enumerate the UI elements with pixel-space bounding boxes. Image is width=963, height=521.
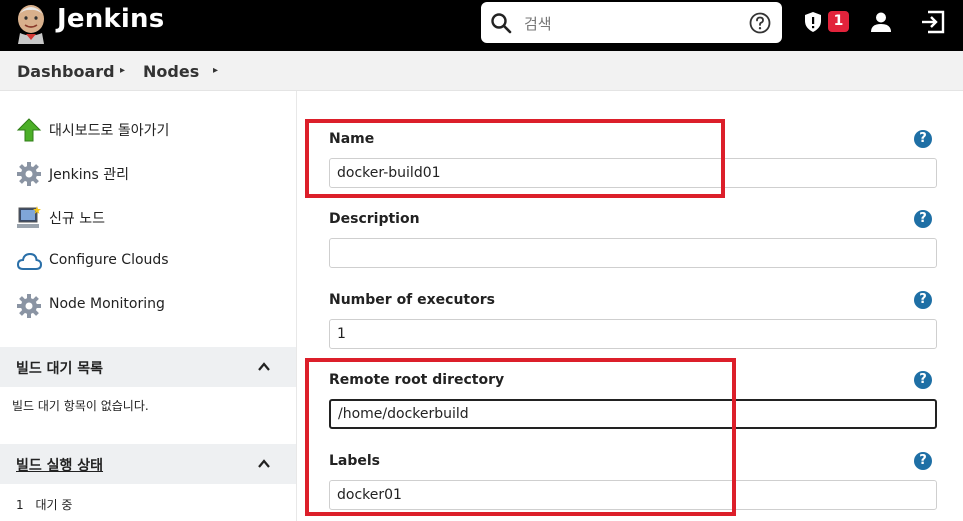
sidebar-item-label: Jenkins 관리 — [49, 167, 129, 183]
computer-icon — [17, 206, 41, 228]
search-input[interactable]: 검색 — [524, 13, 552, 34]
logout-icon[interactable] — [920, 10, 945, 34]
jenkins-logo-icon[interactable] — [14, 2, 48, 44]
top-bar: Jenkins 검색 1 — [0, 0, 963, 51]
sidebar: 대시보드로 돌아가기 Jenkins 관리 신규 노드 Configure Cl… — [0, 91, 297, 521]
description-field[interactable] — [329, 238, 937, 268]
breadcrumb-nodes[interactable]: Nodes — [143, 62, 199, 81]
highlight-box-name — [305, 119, 725, 198]
search-box[interactable]: 검색 — [481, 2, 782, 43]
remote-root-help-icon[interactable]: ? — [914, 371, 932, 389]
build-queue-empty-text: 빌드 대기 항목이 없습니다. — [12, 399, 149, 413]
labels-help-icon[interactable]: ? — [914, 452, 932, 470]
search-icon — [491, 13, 512, 34]
sidebar-item-label: Node Monitoring — [49, 296, 165, 312]
sidebar-item-new-node[interactable]: 신규 노드 — [16, 203, 286, 233]
user-icon[interactable] — [870, 11, 892, 33]
brand-title[interactable]: Jenkins — [57, 4, 164, 34]
sidebar-item-manage-jenkins[interactable]: Jenkins 관리 — [16, 159, 286, 189]
chevron-up-icon[interactable] — [257, 360, 271, 374]
sidebar-item-label: 신규 노드 — [49, 211, 105, 227]
security-shield-icon[interactable] — [803, 11, 823, 33]
executor-status: 대기 중 — [35, 498, 73, 512]
breadcrumb-dashboard[interactable]: Dashboard — [17, 62, 115, 81]
executor-row: 1 대기 중 — [16, 496, 72, 513]
description-label: Description — [329, 211, 420, 227]
sidebar-item-label: 대시보드로 돌아가기 — [49, 123, 170, 139]
search-help-icon[interactable] — [749, 12, 771, 34]
sidebar-item-configure-clouds[interactable]: Configure Clouds — [16, 247, 286, 277]
node-config-form: Name ? Description ? Number of executors… — [297, 91, 963, 521]
highlight-box-root-and-labels — [305, 358, 736, 516]
gear-icon — [17, 162, 41, 186]
name-help-icon[interactable]: ? — [914, 130, 932, 148]
executors-header[interactable]: 빌드 실행 상태 — [0, 444, 296, 484]
description-help-icon[interactable]: ? — [914, 210, 932, 228]
executors-title[interactable]: 빌드 실행 상태 — [16, 455, 103, 475]
chevron-up-icon[interactable] — [257, 457, 271, 471]
gear-icon — [17, 294, 41, 318]
sidebar-item-node-monitoring[interactable]: Node Monitoring — [16, 291, 286, 321]
cloud-icon — [16, 252, 42, 270]
executor-number: 1 — [16, 498, 24, 512]
sidebar-item-label: Configure Clouds — [49, 252, 169, 268]
alert-count-badge[interactable]: 1 — [828, 11, 849, 32]
breadcrumb-chevron-icon[interactable]: ▸ — [120, 65, 125, 76]
executors-help-icon[interactable]: ? — [914, 291, 932, 309]
sidebar-item-back-to-dashboard[interactable]: 대시보드로 돌아가기 — [16, 115, 286, 145]
build-queue-header[interactable]: 빌드 대기 목록 — [0, 347, 296, 387]
executors-field[interactable] — [329, 319, 937, 349]
breadcrumb: Dashboard ▸ Nodes ▸ — [0, 51, 963, 91]
build-queue-title: 빌드 대기 목록 — [16, 361, 104, 377]
breadcrumb-chevron-icon[interactable]: ▸ — [213, 65, 218, 76]
up-arrow-icon — [16, 118, 42, 142]
executors-label: Number of executors — [329, 292, 495, 308]
